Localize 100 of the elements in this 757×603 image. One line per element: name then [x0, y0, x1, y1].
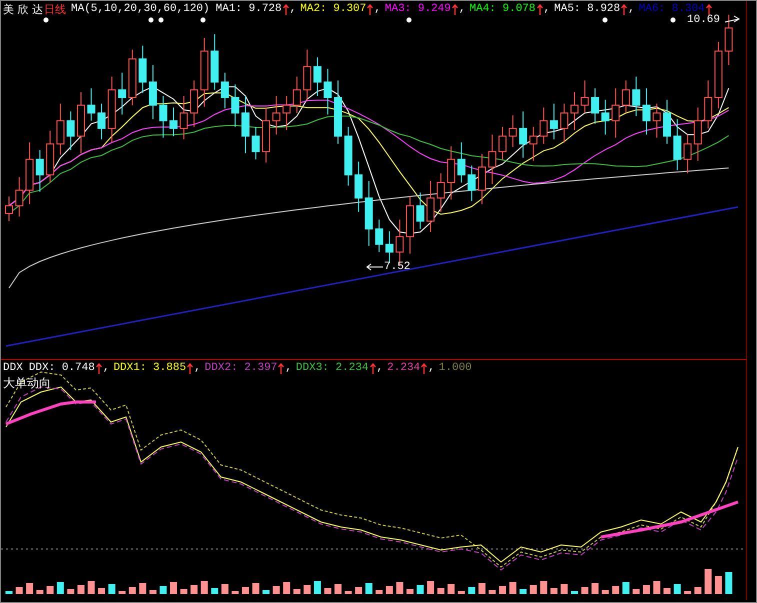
- indicator-reading: 1.000: [438, 362, 472, 375]
- candlestick: [170, 107, 178, 137]
- volume-bar: [36, 590, 44, 594]
- volume-bar: [396, 582, 404, 594]
- separator-text: ,: [458, 3, 466, 16]
- up-arrow-icon: [621, 4, 628, 15]
- candlestick: [673, 118, 682, 171]
- indicator-reading: DDX3: 2.234: [296, 362, 369, 375]
- separator-text: ,: [102, 362, 110, 375]
- volume-bar: [427, 581, 434, 594]
- candlestick: [406, 196, 414, 254]
- volume-bar: [304, 585, 311, 594]
- up-arrow-icon: [536, 4, 543, 15]
- candlestick: [426, 180, 435, 232]
- candlestick: [138, 45, 147, 94]
- volume-bar: [221, 584, 228, 594]
- volume-bar: [272, 586, 280, 594]
- stock-name: 美 欣 达: [3, 3, 43, 16]
- candlestick: [684, 134, 692, 174]
- candlestick: [210, 34, 219, 90]
- volume-bar: [344, 591, 352, 594]
- volume-bar: [684, 591, 692, 594]
- candlestick: [282, 95, 291, 130]
- candlestick: [46, 130, 54, 184]
- candlestick: [231, 84, 240, 128]
- candlestick: [498, 126, 507, 160]
- separator-text: ,: [628, 3, 635, 16]
- candlestick: [632, 76, 640, 117]
- volume-bar: [262, 590, 270, 594]
- candlestick: [148, 64, 157, 120]
- low-price-label: 7.52: [384, 261, 410, 274]
- candlestick: [313, 56, 322, 96]
- volume-bar: [232, 591, 239, 594]
- volume-bar: [324, 588, 332, 594]
- candlestick: [540, 107, 548, 144]
- candlestick: [416, 192, 424, 230]
- candlestick: [622, 80, 630, 114]
- candlestick: [26, 142, 34, 205]
- indicator-subtitle: 大单动向: [3, 376, 51, 390]
- candlestick: [272, 95, 280, 136]
- volume-bar: [468, 587, 476, 594]
- indicator-reading: MA4: 9.078: [470, 3, 536, 16]
- indicator-reading: MA2: 9.307: [300, 3, 366, 16]
- separator-text: ,: [544, 3, 550, 16]
- separator-text: ,: [290, 3, 296, 16]
- candlestick: [87, 88, 96, 122]
- volume-bar: [16, 587, 23, 594]
- candlestick: [303, 49, 312, 102]
- volume-bar: [128, 587, 136, 594]
- volume-bar: [108, 584, 116, 594]
- candlestick: [714, 41, 722, 109]
- candlestick: [694, 107, 702, 162]
- volume-bar: [118, 591, 126, 594]
- volume-bar: [365, 583, 372, 594]
- candlestick: [190, 80, 198, 128]
- candlestick: [478, 153, 486, 205]
- indicator-reading: DDX: 0.748: [28, 362, 95, 375]
- candlestick: [354, 161, 363, 212]
- volume-bar: [704, 569, 712, 594]
- candlestick: [344, 126, 352, 186]
- volume-bar: [314, 581, 321, 594]
- candlestick: [76, 92, 85, 154]
- volume-bar: [293, 589, 300, 594]
- indicator-label: MA(5,10,20,30,60,120): [71, 3, 210, 16]
- volume-bar: [509, 582, 516, 594]
- candlestick: [334, 80, 342, 144]
- candlestick: [66, 110, 75, 151]
- volume-bar: [560, 584, 568, 594]
- volume-bar: [180, 589, 188, 594]
- volume-bar: [478, 583, 486, 594]
- candlestick: [560, 103, 568, 143]
- candlestick: [292, 76, 301, 114]
- volume-bar: [612, 586, 620, 594]
- volume-bar: [488, 590, 496, 594]
- volume-bar: [581, 587, 588, 594]
- candlestick: [324, 68, 332, 116]
- volume-bar: [139, 583, 146, 594]
- indicator-reading: MA6: 8.304: [638, 3, 705, 15]
- indicator-name: DDX: [3, 362, 23, 375]
- volume-bar: [602, 590, 609, 594]
- candlestick: [375, 219, 384, 253]
- indicator-reading: MA5: 8.928: [554, 3, 620, 16]
- up-arrow-icon: [282, 4, 289, 15]
- up-arrow-icon: [452, 4, 458, 15]
- candlestick: [118, 72, 126, 116]
- volume-bar: [170, 582, 177, 594]
- candlestick: [241, 95, 250, 154]
- candlestick: [262, 107, 270, 163]
- candlestick: [724, 14, 733, 66]
- candlestick: [252, 126, 260, 160]
- volume-bar: [211, 588, 218, 594]
- volume-bar: [77, 585, 84, 594]
- candlestick: [612, 88, 620, 138]
- indicator-reading: 2.234: [387, 362, 420, 375]
- candlestick: [15, 176, 24, 218]
- candlestick: [180, 95, 188, 140]
- candlestick: [652, 103, 661, 138]
- volume-bar: [714, 576, 722, 594]
- volume-bar: [653, 581, 660, 594]
- volume-bar: [674, 584, 681, 594]
